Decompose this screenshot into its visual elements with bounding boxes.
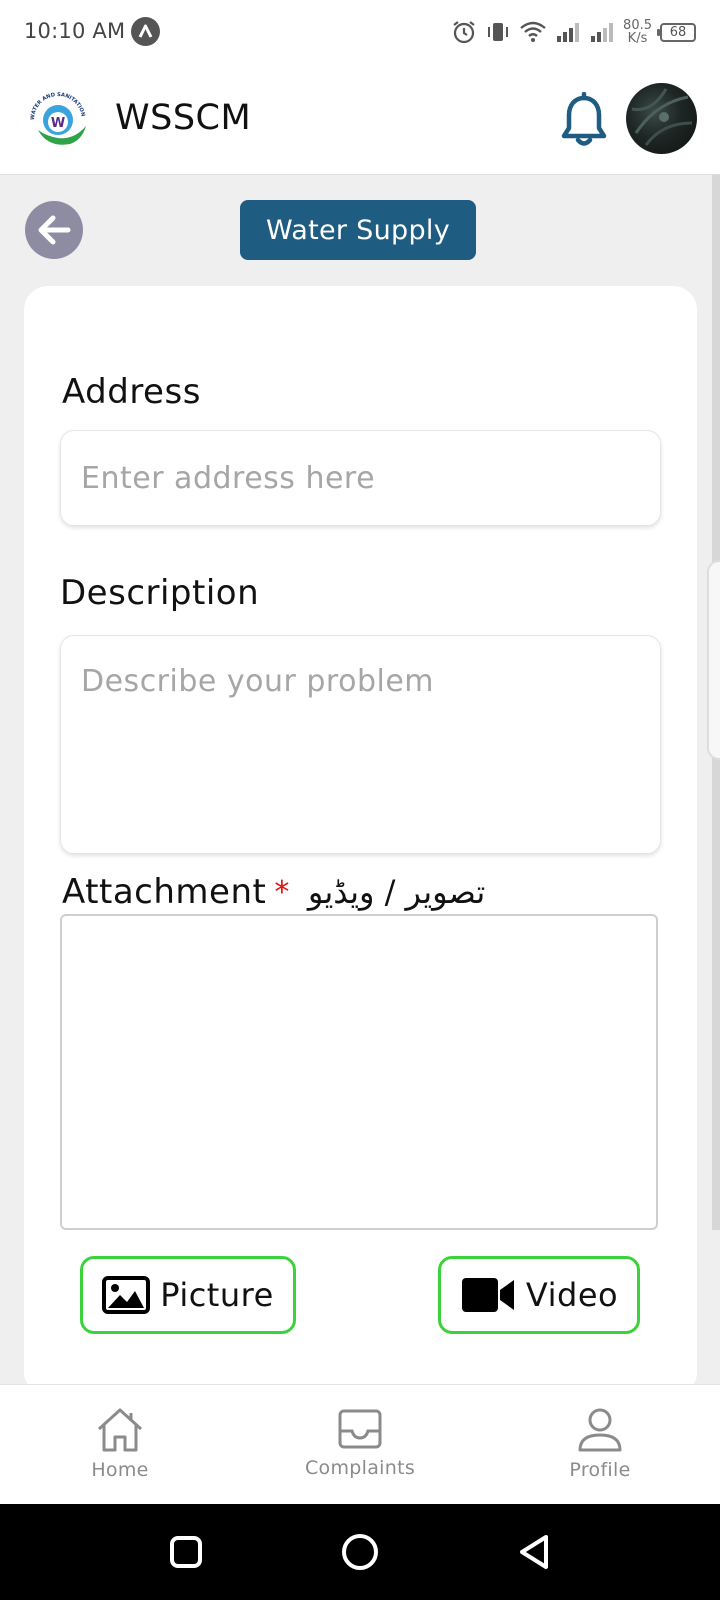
- square-icon: [170, 1536, 202, 1568]
- attachment-label-row: Attachment * تصویر / ویڈیو: [62, 872, 485, 912]
- app-header: WATER AND SANITATION SERVICES COMPANY MA…: [0, 64, 720, 175]
- status-icons: 80.5 K/s 68: [451, 14, 696, 50]
- attachment-label: Attachment: [62, 872, 267, 912]
- home-system-button[interactable]: [340, 1532, 380, 1572]
- speed-unit: K/s: [627, 31, 648, 46]
- nav-profile-label: Profile: [569, 1459, 631, 1481]
- required-asterisk: *: [274, 874, 290, 910]
- system-navigation-bar: [0, 1504, 720, 1600]
- company-logo: WATER AND SANITATION SERVICES COMPANY MA…: [24, 86, 91, 153]
- app-title: WSSCM: [115, 98, 252, 138]
- signal-icon-1: [557, 23, 580, 42]
- nav-complaints[interactable]: Complaints: [280, 1385, 440, 1505]
- back-button[interactable]: [25, 201, 83, 259]
- back-system-button[interactable]: [514, 1532, 554, 1572]
- signal-icon-2: [591, 23, 614, 42]
- picture-button-label: Picture: [160, 1276, 274, 1314]
- video-camera-icon: [461, 1278, 514, 1312]
- picture-button[interactable]: Picture: [80, 1256, 296, 1334]
- nav-home[interactable]: Home: [40, 1385, 200, 1505]
- nav-profile[interactable]: Profile: [520, 1385, 680, 1505]
- description-label: Description: [60, 573, 260, 613]
- edge-panel-handle[interactable]: [707, 560, 720, 760]
- bell-icon[interactable]: [559, 92, 609, 148]
- address-input[interactable]: [60, 430, 661, 526]
- triangle-back-icon: [520, 1535, 548, 1569]
- video-button-label: Video: [525, 1276, 619, 1314]
- recent-apps-button[interactable]: [166, 1532, 206, 1572]
- attachment-preview-area[interactable]: [60, 914, 658, 1230]
- status-time: 10:10 AM: [24, 19, 126, 43]
- home-icon: [97, 1408, 143, 1452]
- alarm-icon: [453, 21, 475, 44]
- status-bar: 10:10 AM 80.5 K/s 68: [0, 0, 720, 64]
- nav-complaints-label: Complaints: [304, 1457, 416, 1479]
- nav-home-label: Home: [91, 1459, 149, 1481]
- description-input[interactable]: [60, 635, 661, 854]
- inbox-icon: [338, 1409, 382, 1449]
- user-icon: [578, 1408, 622, 1452]
- video-button[interactable]: Video: [438, 1256, 640, 1334]
- bottom-navigation: Home Complaints Profile: [0, 1384, 720, 1504]
- circle-icon: [342, 1534, 378, 1570]
- image-icon: [102, 1276, 151, 1314]
- page-title: Water Supply: [240, 200, 476, 260]
- network-speed: 80.5 K/s: [623, 19, 652, 45]
- vibrate-icon: [488, 23, 509, 41]
- battery-level: 68: [669, 24, 687, 40]
- address-label: Address: [62, 372, 201, 412]
- wifi-icon: [520, 21, 546, 42]
- attachment-urdu-label: تصویر / ویڈیو: [307, 873, 486, 911]
- avatar[interactable]: [626, 83, 697, 154]
- arrow-left-icon: [38, 215, 71, 245]
- app-notification-icon: [131, 17, 160, 46]
- logo-letter: W: [51, 116, 65, 131]
- battery-icon: 68: [657, 22, 696, 42]
